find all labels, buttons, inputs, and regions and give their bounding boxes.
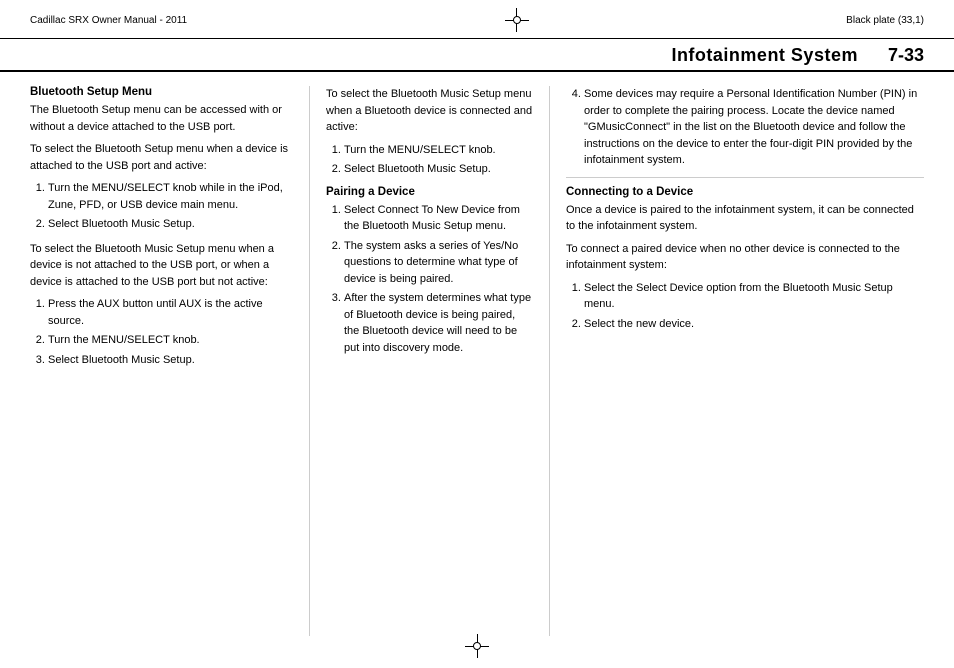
middle-heading2: Pairing a Device [326, 186, 533, 198]
left-list2: Press the AUX button until AUX is the ac… [30, 296, 291, 368]
list-item: Select Connect To New Device from the Bl… [344, 202, 533, 235]
list-item: Press the AUX button until AUX is the ac… [48, 296, 291, 329]
left-list1: Turn the MENU/SELECT knob while in the i… [30, 180, 291, 233]
list-item: Select the new device. [584, 316, 924, 333]
left-heading: Bluetooth Setup Menu [30, 86, 291, 98]
footer-crosshair-circle [473, 642, 481, 650]
middle-list2: Select Connect To New Device from the Bl… [326, 202, 533, 357]
list-item: Turn the MENU/SELECT knob. [344, 142, 533, 159]
crosshair-icon [505, 8, 529, 32]
left-para1: The Bluetooth Setup menu can be accessed… [30, 102, 291, 135]
list-item: Select Bluetooth Music Setup. [48, 352, 291, 369]
right-column: Some devices may require a Personal Iden… [550, 86, 924, 636]
list-item: After the system determines what type of… [344, 290, 533, 356]
section-divider [566, 177, 924, 178]
header-left: Cadillac SRX Owner Manual - 2011 [30, 15, 187, 26]
middle-list1: Turn the MENU/SELECT knob. Select Blueto… [326, 142, 533, 178]
section-title: Infotainment System [671, 45, 858, 66]
header: Cadillac SRX Owner Manual - 2011 Black p… [0, 0, 954, 39]
left-column: Bluetooth Setup Menu The Bluetooth Setup… [30, 86, 310, 636]
left-para2: To select the Bluetooth Setup menu when … [30, 141, 291, 174]
list-item: Select Bluetooth Music Setup. [48, 216, 291, 233]
content-area: Bluetooth Setup Menu The Bluetooth Setup… [0, 72, 954, 650]
right-list1: Some devices may require a Personal Iden… [566, 86, 924, 169]
right-heading2: Connecting to a Device [566, 186, 924, 198]
left-para3: To select the Bluetooth Music Setup menu… [30, 241, 291, 291]
crosshair-circle [513, 16, 521, 24]
title-bar: Infotainment System 7-33 [0, 39, 954, 72]
list-item: Turn the MENU/SELECT knob. [48, 332, 291, 349]
footer-crosshair [465, 634, 489, 658]
header-right: Black plate (33,1) [846, 15, 924, 26]
right-list2: Select the Select Device option from the… [566, 280, 924, 333]
header-center [505, 8, 529, 32]
middle-column: To select the Bluetooth Music Setup menu… [310, 86, 550, 636]
list-item: Select Bluetooth Music Setup. [344, 161, 533, 178]
list-item: Some devices may require a Personal Iden… [584, 86, 924, 169]
list-item: Turn the MENU/SELECT knob while in the i… [48, 180, 291, 213]
list-item: Select the Select Device option from the… [584, 280, 924, 313]
middle-para1: To select the Bluetooth Music Setup menu… [326, 86, 533, 136]
page-number: 7-33 [888, 45, 924, 66]
list-item: The system asks a series of Yes/No quest… [344, 238, 533, 288]
footer-crosshair-icon [465, 634, 489, 658]
page: Cadillac SRX Owner Manual - 2011 Black p… [0, 0, 954, 668]
right-para1: Once a device is paired to the infotainm… [566, 202, 924, 235]
right-para2: To connect a paired device when no other… [566, 241, 924, 274]
